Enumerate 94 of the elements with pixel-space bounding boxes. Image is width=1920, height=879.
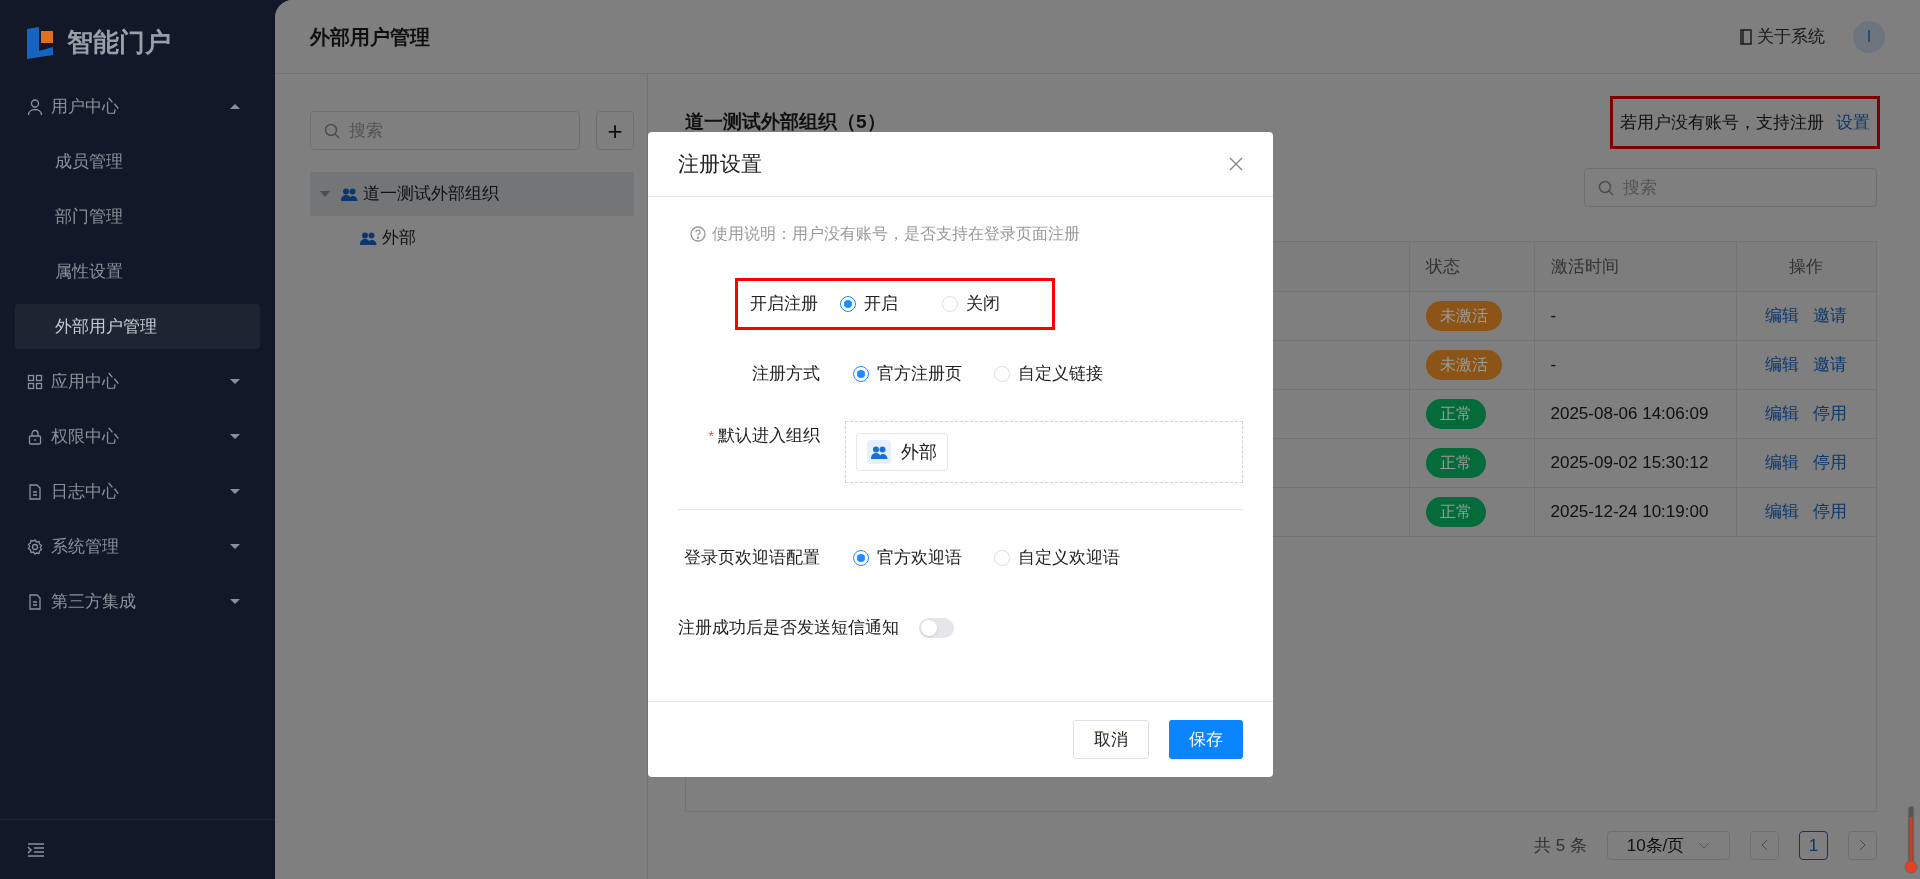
column-header: 激活时间 — [1550, 256, 1619, 276]
notice-text: 若用户没有账号，支持注册 — [1620, 111, 1824, 134]
lock-icon — [27, 428, 43, 445]
close-icon[interactable] — [1229, 157, 1243, 171]
field-label: 开启注册 — [750, 293, 818, 316]
action-link[interactable]: 停用 — [1813, 502, 1848, 522]
document-icon — [27, 593, 43, 610]
field-label: 注册成功后是否发送短信通知 — [678, 617, 899, 640]
search-icon — [1598, 180, 1614, 197]
action-link[interactable]: 编辑 — [1765, 306, 1800, 326]
gear-icon — [27, 538, 43, 555]
action-link[interactable]: 邀请 — [1813, 355, 1848, 375]
menu-item[interactable]: 部门管理 — [15, 194, 260, 239]
menu-group[interactable]: 应用中心 — [15, 359, 260, 404]
action-link[interactable]: 邀请 — [1813, 306, 1848, 326]
panel-title: 道一测试外部组织（5） — [685, 110, 886, 134]
action-link[interactable]: 停用 — [1813, 404, 1848, 424]
action-link[interactable]: 编辑 — [1765, 404, 1800, 424]
add-button[interactable]: + — [596, 111, 634, 150]
caret-icon — [230, 104, 240, 109]
user-avatar[interactable]: I — [1853, 20, 1885, 53]
organization-tag: 外部 — [856, 433, 948, 471]
caret-icon — [230, 489, 240, 494]
radio-label: 官方欢迎语 — [877, 547, 962, 570]
menu-group[interactable]: 用户中心 — [15, 84, 260, 129]
previous-page-button[interactable] — [1750, 830, 1779, 860]
cancel-button[interactable]: 取消 — [1073, 720, 1149, 759]
menu-item[interactable]: 外部用户管理 — [15, 304, 260, 349]
table-cell: 2025-12-24 10:19:00 — [1550, 502, 1709, 522]
caret-icon — [230, 379, 240, 384]
radio-label: 官方注册页 — [877, 363, 962, 386]
page-button[interactable]: 1 — [1799, 830, 1828, 860]
group-icon — [870, 445, 888, 459]
caret-icon — [230, 434, 240, 439]
radio-label: 自定义欢迎语 — [1018, 547, 1120, 570]
table-cell: 2025-08-06 14:06:09 — [1550, 404, 1709, 424]
radio-label: 关闭 — [966, 293, 1000, 316]
menu-group[interactable]: 日志中心 — [15, 469, 260, 514]
status-tag: 未激活 — [1425, 349, 1502, 380]
table-cell: 2025-09-02 15:30:12 — [1550, 453, 1709, 473]
tree-node[interactable]: 外部 — [310, 216, 634, 260]
required-mark: * — [708, 426, 714, 446]
save-button[interactable]: 保存 — [1169, 720, 1243, 759]
toggle-switch[interactable] — [919, 618, 954, 638]
status-tag: 正常 — [1425, 496, 1486, 527]
group-icon — [341, 187, 358, 201]
field-label: 默认进入组织 — [718, 425, 820, 448]
caret-icon — [230, 544, 240, 549]
next-page-button[interactable] — [1848, 830, 1877, 860]
menu-group[interactable]: 第三方集成 — [15, 579, 260, 624]
thermometer-icon — [1904, 805, 1918, 875]
column-header: 操作 — [1789, 256, 1824, 276]
chevron-left-icon — [1761, 839, 1768, 852]
chevron-down-icon — [1698, 841, 1711, 849]
action-link[interactable]: 停用 — [1813, 453, 1848, 473]
total-count: 共 5 条 — [1534, 834, 1587, 857]
help-text: 使用说明：用户没有账号，是否支持在登录页面注册 — [712, 224, 1080, 244]
menu-group[interactable]: 权限中心 — [15, 414, 260, 459]
logo-text: 智能门户 — [67, 25, 171, 59]
logo-icon — [25, 25, 55, 59]
menu-item[interactable]: 成员管理 — [15, 139, 260, 184]
status-tag: 未激活 — [1425, 300, 1502, 331]
group-icon — [360, 231, 377, 245]
book-icon — [1739, 28, 1753, 45]
caret-icon — [320, 191, 330, 197]
help-icon — [690, 226, 706, 242]
caret-icon — [230, 599, 240, 604]
chevron-right-icon — [1859, 839, 1866, 852]
action-link[interactable]: 编辑 — [1765, 453, 1800, 473]
about-link[interactable]: 关于系统 — [1739, 23, 1825, 50]
radio-label: 开启 — [864, 293, 898, 316]
user-icon — [27, 98, 43, 115]
page-size-select[interactable]: 10条/页 — [1607, 830, 1730, 860]
dialog-title: 注册设置 — [678, 151, 762, 178]
table-cell: - — [1550, 355, 1557, 375]
table-cell: - — [1550, 306, 1557, 326]
page-title: 外部用户管理 — [310, 24, 430, 50]
document-icon — [27, 483, 43, 500]
field-label: 注册方式 — [752, 363, 820, 386]
collapse-menu-icon[interactable] — [27, 841, 45, 858]
radio-label: 自定义链接 — [1018, 363, 1103, 386]
status-tag: 正常 — [1425, 398, 1486, 429]
menu-group[interactable]: 系统管理 — [15, 524, 260, 569]
tree-node[interactable]: 道一测试外部组织 — [310, 172, 634, 216]
status-tag: 正常 — [1425, 447, 1486, 478]
menu-item[interactable]: 属性设置 — [15, 249, 260, 294]
action-link[interactable]: 编辑 — [1765, 355, 1800, 375]
search-icon — [324, 123, 340, 139]
field-label: 登录页欢迎语配置 — [684, 547, 820, 570]
column-header: 状态 — [1425, 256, 1460, 276]
grid-icon — [27, 373, 43, 390]
action-link[interactable]: 编辑 — [1765, 502, 1800, 522]
settings-link[interactable]: 设置 — [1836, 109, 1870, 136]
organization-picker[interactable]: 外部 — [845, 421, 1243, 483]
